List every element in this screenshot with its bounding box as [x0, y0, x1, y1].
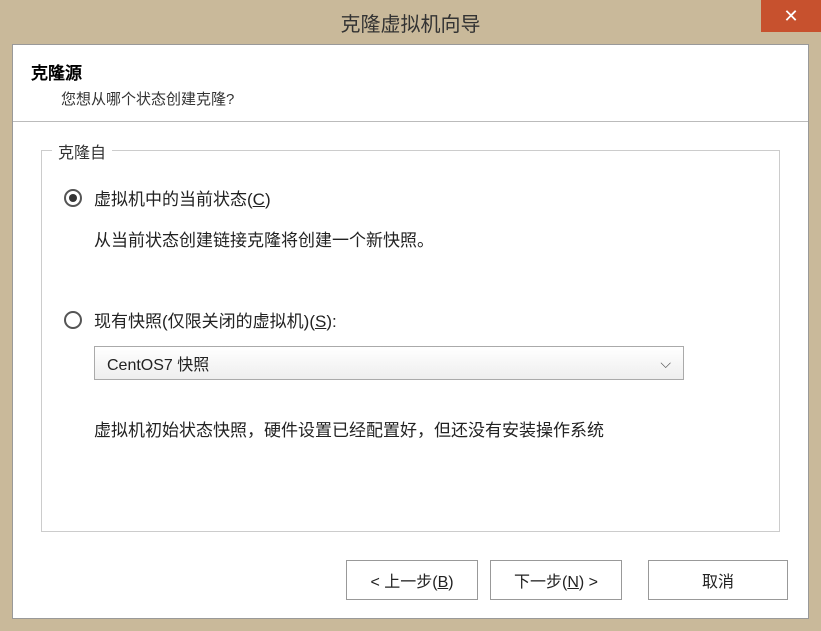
- radio-icon: [64, 311, 82, 329]
- radio-existing-snapshot[interactable]: 现有快照(仅限关闭的虚拟机)(S):: [64, 307, 757, 332]
- dialog-body: 克隆源 您想从哪个状态创建克隆? 克隆自 虚拟机中的当前状态(C) 从当前状态创…: [12, 44, 809, 619]
- cancel-button[interactable]: 取消: [648, 560, 788, 600]
- button-bar: < 上一步(B) 下一步(N) > 取消: [13, 542, 808, 618]
- back-button[interactable]: < 上一步(B): [346, 560, 478, 600]
- snapshot-select-value: CentOS7 快照: [107, 351, 209, 375]
- fieldset-legend: 克隆自: [52, 139, 112, 163]
- page-title: 克隆源: [31, 59, 790, 84]
- radio-icon: [64, 189, 82, 207]
- header-section: 克隆源 您想从哪个状态创建克隆?: [13, 45, 808, 122]
- chevron-down-icon: ⌵: [660, 355, 671, 372]
- current-state-description: 从当前状态创建链接克隆将创建一个新快照。: [94, 226, 757, 251]
- close-icon: ✕: [783, 6, 798, 27]
- snapshot-select[interactable]: CentOS7 快照 ⌵: [94, 346, 684, 380]
- radio-current-state[interactable]: 虚拟机中的当前状态(C): [64, 185, 757, 210]
- snapshot-description: 虚拟机初始状态快照，硬件设置已经配置好，但还没有安装操作系统: [94, 416, 757, 441]
- title-bar: 克隆虚拟机向导 ✕: [0, 0, 821, 44]
- radio-existing-snapshot-label: 现有快照(仅限关闭的虚拟机)(S):: [94, 307, 337, 332]
- next-button[interactable]: 下一步(N) >: [490, 560, 622, 600]
- page-subtitle: 您想从哪个状态创建克隆?: [61, 88, 790, 109]
- close-button[interactable]: ✕: [761, 0, 821, 32]
- content-section: 克隆自 虚拟机中的当前状态(C) 从当前状态创建链接克隆将创建一个新快照。 现有…: [13, 122, 808, 542]
- option-snapshot-block: 现有快照(仅限关闭的虚拟机)(S): CentOS7 快照 ⌵ 虚拟机初始状态快…: [64, 307, 757, 441]
- window-title: 克隆虚拟机向导: [341, 8, 481, 37]
- radio-current-state-label: 虚拟机中的当前状态(C): [94, 185, 271, 210]
- clone-from-fieldset: 克隆自 虚拟机中的当前状态(C) 从当前状态创建链接克隆将创建一个新快照。 现有…: [41, 150, 780, 532]
